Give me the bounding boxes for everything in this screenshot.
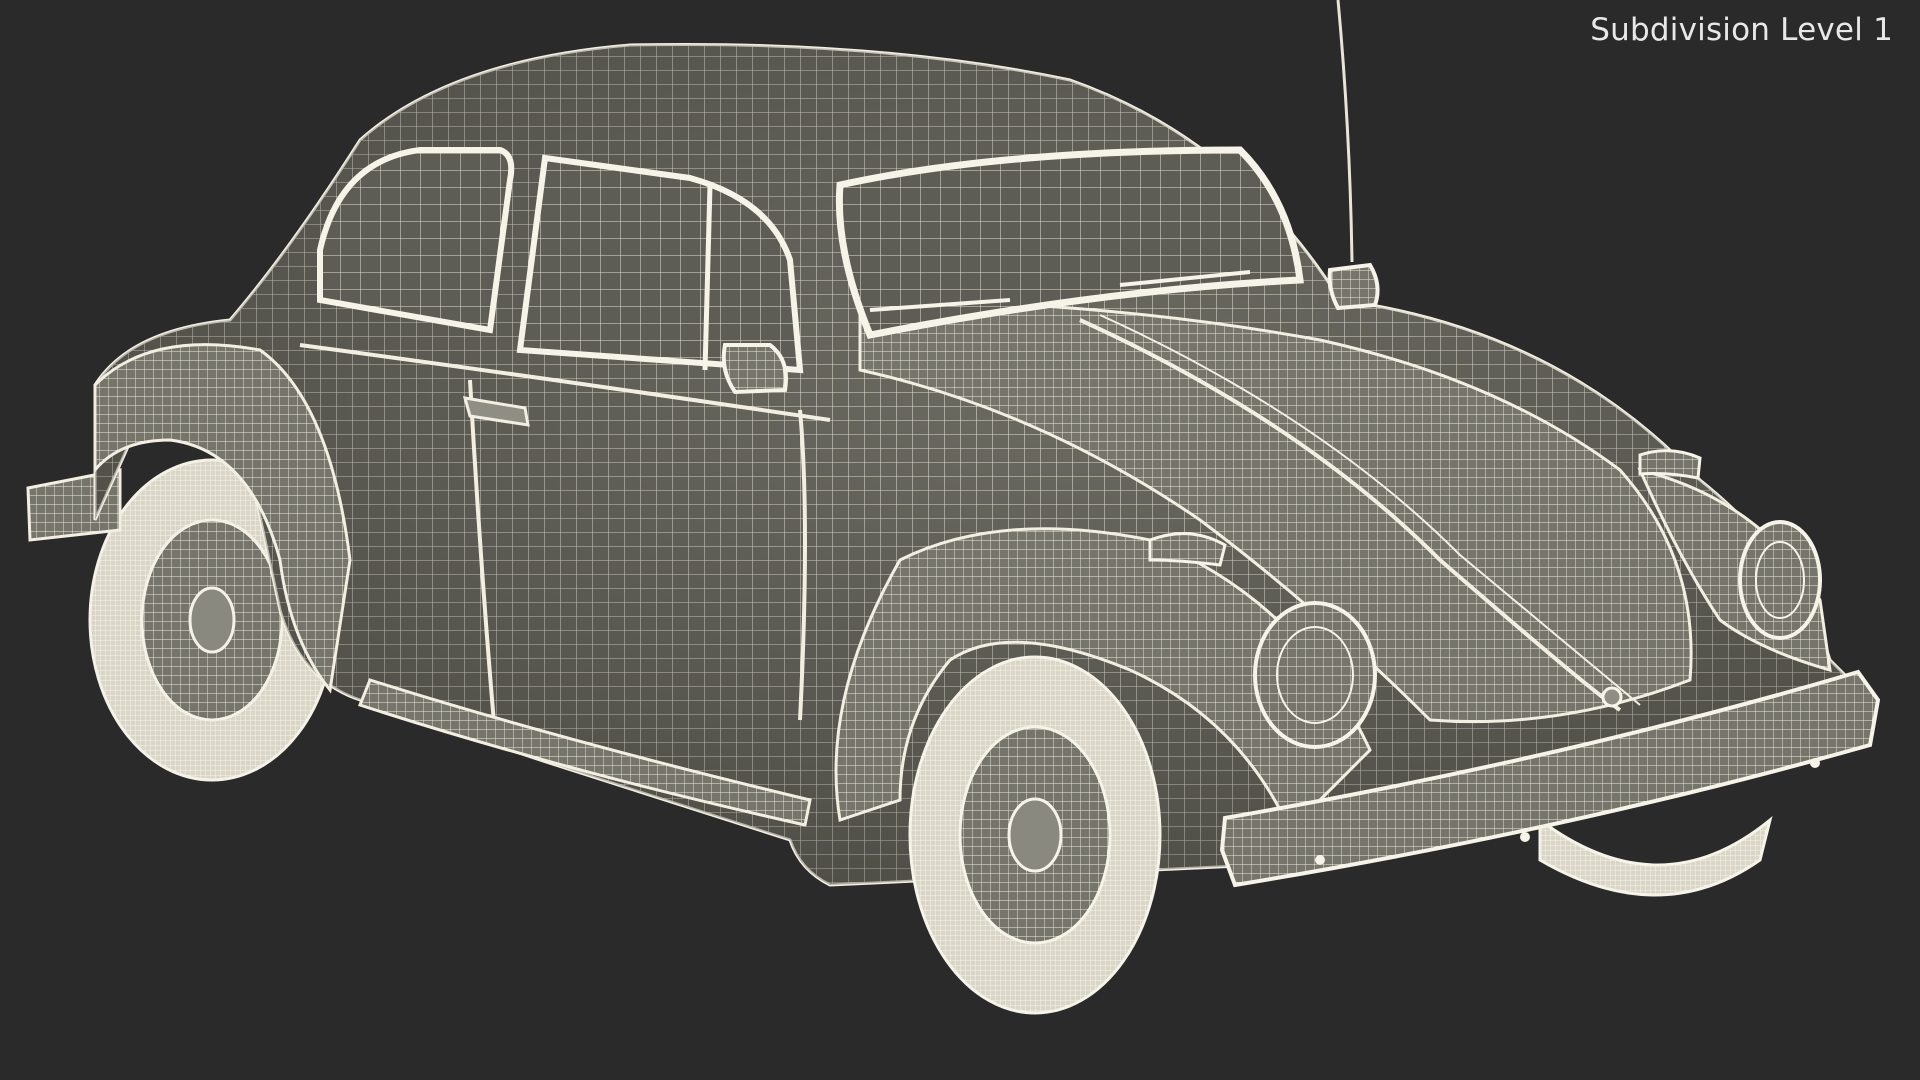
render-viewport[interactable]: Subdivision Level 1: [0, 0, 1920, 1080]
far-front-wheel: [1538, 815, 1773, 897]
front-wheel: [908, 655, 1162, 1015]
antenna: [1336, 0, 1354, 263]
car-wireframe-render: [26, 0, 1881, 1015]
subdivision-level-label: Subdivision Level 1: [1590, 12, 1893, 48]
hood-emblem: [1601, 686, 1623, 708]
